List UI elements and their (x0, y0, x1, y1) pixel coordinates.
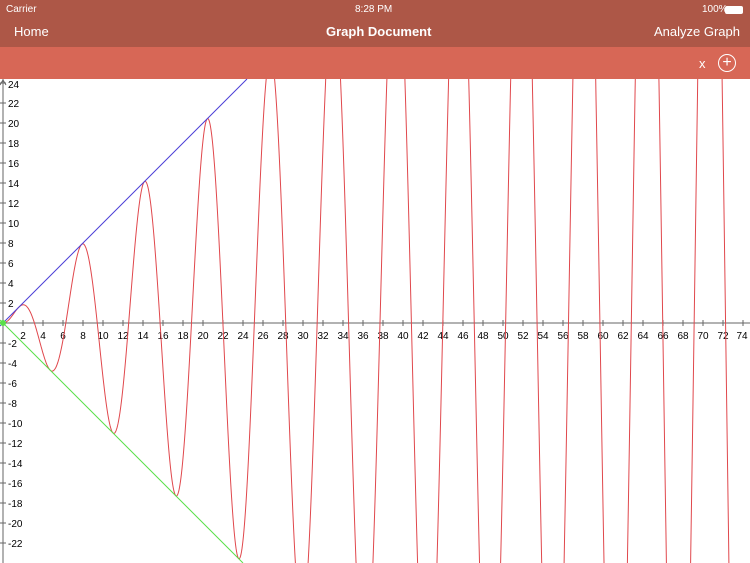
y-tick-label: -14 (8, 459, 23, 470)
home-button[interactable]: Home (14, 24, 49, 39)
x-tick-label: 70 (697, 331, 709, 342)
x-tick-label: 52 (517, 331, 529, 342)
series-line-2 (0, 319, 244, 563)
y-tick-label: -8 (8, 399, 17, 410)
y-tick-label: 12 (8, 199, 20, 210)
x-tick-label: 58 (577, 331, 589, 342)
y-tick-label: 8 (8, 239, 14, 250)
y-tick-label: -6 (8, 379, 17, 390)
x-tick-label: 34 (337, 331, 349, 342)
y-tick-label: 2 (8, 299, 14, 310)
battery-icon (725, 6, 743, 14)
x-tick-label: 56 (557, 331, 569, 342)
nav-bar: Home Graph Document Analyze Graph (0, 20, 750, 48)
x-tick-label: 60 (597, 331, 609, 342)
y-tick-label: -18 (8, 499, 23, 510)
x-tick-label: 14 (137, 331, 149, 342)
x-tick-label: 72 (717, 331, 729, 342)
x-tick-label: 50 (497, 331, 509, 342)
x-tick-label: 46 (457, 331, 469, 342)
graph-canvas[interactable]: 2 4 6 8 10 12 14 16 18 20 22 24 26 28 30 32 34 36 38 40 42 44… (0, 79, 750, 563)
y-tick-label: 6 (8, 259, 14, 270)
status-bar: Carrier 8:28 PM 100% (0, 0, 750, 20)
y-tick-label: -16 (8, 479, 23, 490)
y-tick-label: -22 (8, 539, 23, 550)
y-tick-label: 14 (8, 179, 20, 190)
series-line-0 (0, 79, 730, 563)
x-tick-label: 2 (20, 331, 26, 342)
y-tick-label: 10 (8, 219, 20, 230)
x-tick-label: 54 (537, 331, 549, 342)
y-tick-label: 24 (8, 80, 20, 91)
x-tick-label: 4 (40, 331, 46, 342)
x-tick-label: 40 (397, 331, 409, 342)
x-tick-label: 74 (736, 331, 748, 342)
x-tick-label: 18 (177, 331, 189, 342)
analyze-graph-button[interactable]: Analyze Graph (654, 24, 740, 39)
battery-label: 100% (702, 4, 728, 15)
x-tick-label: 36 (357, 331, 369, 342)
x-tick-label: 48 (477, 331, 489, 342)
y-tick-label: -20 (8, 519, 23, 530)
x-tick-label: 44 (437, 331, 449, 342)
carrier-label: Carrier (6, 4, 37, 15)
y-tick-label: 16 (8, 159, 20, 170)
x-tick-label: 68 (677, 331, 689, 342)
y-tick-label: 22 (8, 99, 20, 110)
function-toolbar: x + (0, 47, 750, 79)
graph-document-screen: Carrier 8:28 PM 100% Home Graph Document… (0, 0, 750, 563)
x-tick-label: 8 (80, 331, 86, 342)
y-tick-label: -10 (8, 419, 23, 430)
x-tick-label: 30 (297, 331, 309, 342)
y-tick-label: 18 (8, 139, 20, 150)
y-tick-label: -12 (8, 439, 23, 450)
x-tick-label: 26 (257, 331, 269, 342)
x-tick-label: 16 (157, 331, 169, 342)
y-tick-label: 4 (8, 279, 14, 290)
series-line-1 (0, 79, 248, 327)
plus-circle-icon[interactable]: + (718, 54, 736, 72)
x-tick-label: 64 (637, 331, 649, 342)
x-tick-label: 28 (277, 331, 289, 342)
x-tick-label: 24 (237, 331, 249, 342)
x-tick-label: 20 (197, 331, 209, 342)
origin-point (0, 320, 6, 326)
clock: 8:28 PM (355, 4, 393, 15)
x-tick-label: 32 (317, 331, 329, 342)
y-tick-label: -2 (8, 339, 17, 350)
y-tick-label: 20 (8, 119, 20, 130)
page-title: Graph Document (326, 24, 432, 39)
function-variable[interactable]: x (699, 56, 706, 71)
x-tick-label: 42 (417, 331, 429, 342)
y-tick-label: -4 (8, 359, 17, 370)
x-tick-label: 62 (617, 331, 629, 342)
